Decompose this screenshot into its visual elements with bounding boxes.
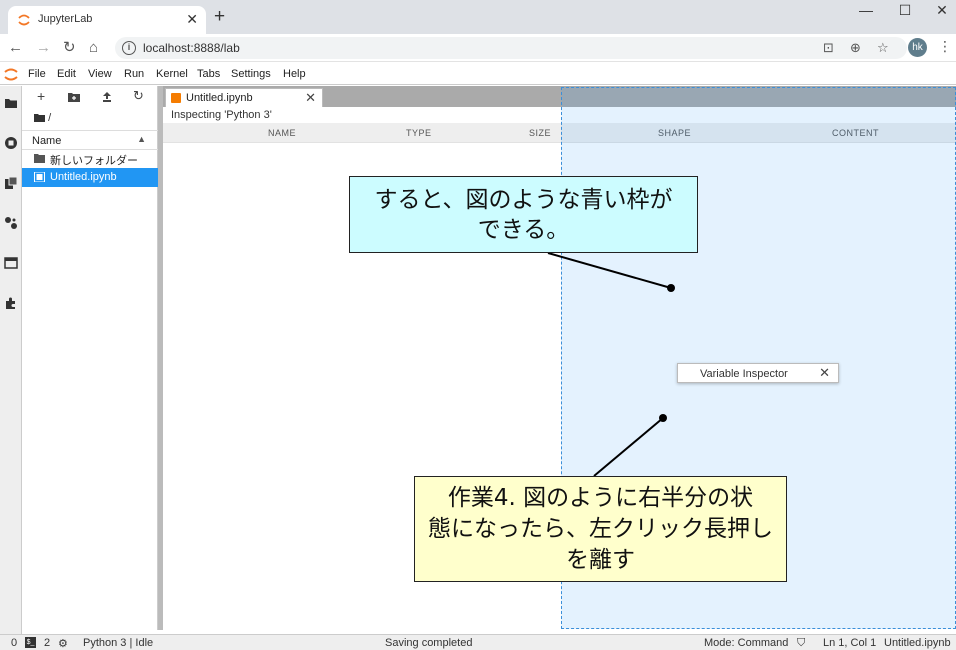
annotation-callout-step4: 作業4. 図のように右半分の状 態になったら、左クリック長押し を離す bbox=[414, 476, 787, 582]
address-bar: ← → ↻ ⌂ i localhost:8888/lab ⊡ ⊕ ☆ hk ⋮ bbox=[0, 34, 956, 62]
list-item[interactable]: 新しいフォルダー bbox=[22, 149, 158, 168]
breadcrumb-path[interactable]: / bbox=[48, 112, 51, 124]
browser-tab-jupyterlab[interactable]: JupyterLab ✕ bbox=[8, 6, 206, 34]
annotation-callout-blue-frame: すると、図のような青い枠が できる。 bbox=[349, 176, 698, 253]
browser-tab-title: JupyterLab bbox=[38, 13, 93, 25]
translate-icon[interactable]: ⊡ bbox=[823, 40, 834, 56]
menu-view[interactable]: View bbox=[88, 68, 112, 80]
callout-line: できる。 bbox=[477, 217, 570, 243]
maximize-icon[interactable]: ☐ bbox=[890, 2, 920, 19]
url-text[interactable]: localhost:8888/lab bbox=[143, 41, 240, 55]
close-window-icon[interactable]: ✕ bbox=[927, 2, 956, 19]
jupyter-logo-icon bbox=[4, 68, 18, 81]
callout-line: すると、図のような青い枠が bbox=[374, 187, 673, 213]
minimize-icon[interactable]: — bbox=[851, 2, 881, 18]
folder-icon[interactable] bbox=[4, 96, 18, 110]
list-item[interactable]: Untitled.ipynb bbox=[22, 168, 158, 187]
running-kernels-icon[interactable] bbox=[4, 136, 18, 150]
dragged-variable-inspector-tab[interactable]: Variable Inspector ✕ bbox=[677, 363, 839, 383]
upload-icon[interactable] bbox=[102, 92, 112, 102]
close-icon[interactable]: ✕ bbox=[819, 365, 830, 381]
menu-edit[interactable]: Edit bbox=[57, 68, 76, 80]
callout-line: 態になったら、左クリック長押し bbox=[428, 516, 773, 542]
menu-kernel[interactable]: Kernel bbox=[156, 68, 188, 80]
close-tab-icon[interactable]: ✕ bbox=[186, 11, 198, 27]
menu-run[interactable]: Run bbox=[124, 68, 144, 80]
commands-icon[interactable] bbox=[4, 176, 18, 190]
cursor-position[interactable]: Ln 1, Col 1 bbox=[823, 637, 876, 649]
menu-file[interactable]: File bbox=[28, 68, 46, 80]
zoom-icon[interactable]: ⊕ bbox=[850, 40, 861, 56]
new-launcher-icon[interactable]: + bbox=[37, 88, 45, 104]
breadcrumb[interactable]: / bbox=[34, 112, 51, 124]
current-file-name: Untitled.ipynb bbox=[884, 637, 951, 649]
notebook-icon bbox=[34, 172, 45, 182]
back-icon[interactable]: ← bbox=[8, 39, 23, 57]
kernel-status[interactable]: Python 3 | Idle bbox=[83, 637, 153, 649]
inspecting-label: Inspecting 'Python 3' bbox=[171, 109, 272, 121]
file-list-header[interactable]: Name ▲ bbox=[22, 130, 158, 150]
callout-line: 作業4. 図のように右半分の状 bbox=[447, 485, 754, 511]
kernel-gear-icon[interactable]: ⚙ bbox=[58, 637, 68, 650]
column-header-size[interactable]: SIZE bbox=[529, 128, 551, 138]
name-column-header[interactable]: Name bbox=[32, 135, 61, 147]
open-tabs-icon[interactable] bbox=[4, 256, 18, 270]
new-tab-button[interactable]: + bbox=[214, 7, 225, 26]
tab-title: Untitled.ipynb bbox=[186, 92, 253, 104]
status-bar: 0 $_ 2 ⚙ Python 3 | Idle Saving complete… bbox=[0, 634, 956, 650]
url-omnibox[interactable]: i localhost:8888/lab ⊡ ⊕ ☆ bbox=[115, 37, 907, 59]
tab-untitled-notebook[interactable]: Untitled.ipynb ✕ bbox=[165, 88, 323, 107]
status-zero-count[interactable]: 0 bbox=[11, 637, 17, 649]
column-header-name[interactable]: NAME bbox=[268, 128, 296, 138]
folder-icon bbox=[34, 154, 45, 163]
notebook-icon bbox=[171, 93, 181, 103]
menu-settings[interactable]: Settings bbox=[231, 68, 271, 80]
trusted-shield-icon[interactable]: ⛉ bbox=[797, 637, 805, 650]
column-header-type[interactable]: TYPE bbox=[406, 128, 432, 138]
file-browser-panel: + ↻ / Name ▲ 新しいフォルダー Untitled.ipynb bbox=[22, 86, 158, 630]
reload-icon[interactable]: ↻ bbox=[63, 39, 76, 57]
file-browser-toolbar: + ↻ bbox=[22, 86, 158, 108]
browser-tab-bar: JupyterLab ✕ + — ☐ ✕ bbox=[0, 0, 956, 34]
menu-help[interactable]: Help bbox=[283, 68, 306, 80]
new-folder-icon[interactable] bbox=[68, 92, 80, 102]
jupyter-menu-bar: File Edit View Run Kernel Tabs Settings … bbox=[0, 63, 956, 85]
sort-ascending-icon[interactable]: ▲ bbox=[137, 134, 146, 144]
terminal-icon[interactable]: $_ bbox=[25, 637, 36, 648]
refresh-icon[interactable]: ↻ bbox=[133, 88, 144, 104]
home-icon[interactable]: ⌂ bbox=[89, 39, 98, 57]
menu-tabs[interactable]: Tabs bbox=[197, 68, 220, 80]
close-icon[interactable]: ✕ bbox=[305, 90, 316, 106]
folder-breadcrumb-icon[interactable] bbox=[34, 113, 45, 122]
jupyter-favicon-icon bbox=[18, 14, 30, 26]
site-info-icon[interactable]: i bbox=[122, 41, 136, 55]
list-item-label: 新しいフォルダー bbox=[50, 155, 138, 167]
extension-manager-icon[interactable] bbox=[4, 296, 18, 310]
left-activity-bar bbox=[0, 86, 22, 634]
profile-avatar[interactable]: hk bbox=[908, 38, 927, 57]
property-inspector-icon[interactable] bbox=[4, 216, 18, 230]
status-terminal-count[interactable]: 2 bbox=[44, 637, 50, 649]
tab-title: Variable Inspector bbox=[700, 368, 788, 380]
callout-line: を離す bbox=[566, 547, 635, 573]
forward-icon[interactable]: → bbox=[36, 39, 51, 57]
list-item-label: Untitled.ipynb bbox=[50, 171, 117, 183]
browser-menu-icon[interactable]: ⋮ bbox=[938, 38, 952, 55]
bookmark-star-icon[interactable]: ☆ bbox=[877, 40, 889, 56]
saving-status: Saving completed bbox=[385, 637, 473, 649]
mode-status[interactable]: Mode: Command bbox=[704, 637, 788, 649]
